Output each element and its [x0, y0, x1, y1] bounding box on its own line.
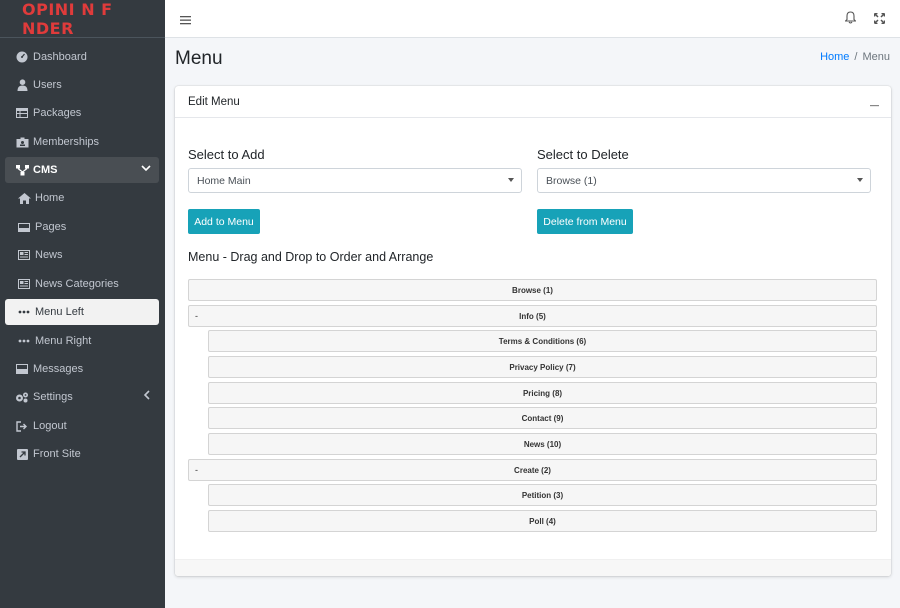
select-to-delete-label: Select to Delete — [537, 147, 629, 162]
select-to-delete-value: Browse (1) — [546, 174, 597, 187]
menu-item-petition[interactable]: Petition (3) — [208, 484, 877, 506]
chevron-down-icon — [141, 163, 151, 175]
caret-down-icon — [508, 178, 514, 182]
sitemap-icon — [15, 164, 29, 176]
delete-from-menu-button[interactable]: Delete from Menu — [537, 209, 633, 234]
external-site-icon — [15, 448, 29, 460]
ellipsis-icon — [17, 339, 31, 343]
menu-item-label: Terms & Conditions (6) — [498, 336, 587, 346]
brand-logo[interactable]: OPINI N F NDER — [0, 0, 165, 38]
sidebar-item-settings[interactable]: Settings — [5, 384, 159, 410]
page-title: Menu — [175, 48, 223, 69]
page-icon — [17, 222, 31, 232]
menu-item-label: Browse (1) — [512, 285, 553, 295]
sidebar-item-label: Home — [35, 192, 65, 204]
menu-item-info[interactable]: - Info (5) — [188, 305, 877, 327]
menu-item-label: Pricing (8) — [522, 388, 563, 398]
sidebar-item-messages[interactable]: Messages — [5, 356, 159, 382]
sidebar-item-pages[interactable]: Pages — [5, 214, 159, 240]
sidebar-item-menu-left[interactable]: Menu Left — [5, 299, 159, 325]
menu-item-contact[interactable]: Contact (9) — [208, 407, 877, 429]
card-title: Edit Menu — [188, 95, 240, 108]
sidebar-item-label: Menu Right — [35, 335, 92, 347]
menu-item-label: Petition (3) — [521, 490, 564, 500]
add-to-menu-button[interactable]: Add to Menu — [188, 209, 260, 234]
menu-item-terms[interactable]: Terms & Conditions (6) — [208, 330, 877, 352]
sidebar-item-users[interactable]: Users — [5, 72, 159, 98]
menu-item-news[interactable]: News (10) — [208, 433, 877, 455]
breadcrumb-separator: / — [854, 51, 858, 63]
sidebar-item-label: News — [35, 249, 63, 261]
sidebar-item-news[interactable]: News — [5, 242, 159, 268]
breadcrumb: Home / Menu — [820, 51, 890, 63]
menu-item-label: News (10) — [523, 439, 562, 449]
menu-item-label: Contact (9) — [521, 413, 564, 423]
hamburger-menu-icon[interactable] — [180, 12, 191, 30]
collapse-toggle[interactable]: - — [195, 311, 198, 321]
minus-icon[interactable] — [870, 96, 879, 110]
menu-item-privacy-policy[interactable]: Privacy Policy (7) — [208, 356, 877, 378]
breadcrumb-current: Menu — [862, 51, 890, 63]
sidebar: OPINI N F NDER Dashboard Users Packages … — [0, 0, 165, 608]
brand-logo-text: OPINI N F NDER — [22, 0, 113, 38]
table-icon — [15, 108, 29, 118]
home-icon — [17, 192, 31, 204]
sidebar-item-packages[interactable]: Packages — [5, 100, 159, 126]
sidebar-item-label: Memberships — [33, 136, 100, 148]
inbox-icon — [15, 364, 29, 374]
sidebar-item-label: CMS — [33, 164, 58, 176]
breadcrumb-home-link[interactable]: Home — [820, 51, 849, 63]
id-card-icon — [15, 137, 29, 148]
sign-out-icon — [15, 420, 29, 432]
user-icon — [15, 79, 29, 91]
sidebar-item-label: Front Site — [33, 448, 81, 460]
dashboard-icon — [15, 51, 29, 63]
menu-item-pricing[interactable]: Pricing (8) — [208, 382, 877, 404]
menu-item-browse[interactable]: Browse (1) — [188, 279, 877, 301]
chevron-left-icon — [143, 390, 151, 403]
card-header: Edit Menu — [175, 86, 891, 118]
menu-tree-title: Menu - Drag and Drop to Order and Arrang… — [188, 250, 434, 264]
sidebar-item-label: Users — [33, 79, 62, 91]
sidebar-item-label: Settings — [33, 391, 73, 403]
ellipsis-icon — [17, 310, 31, 314]
menu-item-create[interactable]: - Create (2) — [188, 459, 877, 481]
menu-item-label: Poll (4) — [529, 516, 556, 526]
sidebar-item-menu-right[interactable]: Menu Right — [5, 328, 159, 354]
select-to-add-value: Home Main — [197, 174, 251, 187]
collapse-toggle[interactable]: - — [195, 465, 198, 475]
sidebar-item-label: Menu Left — [35, 306, 84, 318]
fullscreen-icon[interactable] — [873, 11, 886, 29]
sidebar-item-label: Packages — [33, 107, 82, 119]
bell-icon[interactable] — [844, 11, 857, 29]
sidebar-item-home[interactable]: Home — [5, 185, 159, 211]
menu-item-label: Info (5) — [519, 311, 546, 321]
newspaper-icon — [17, 279, 31, 289]
sidebar-item-label: Messages — [33, 363, 84, 375]
menu-item-label: Privacy Policy (7) — [509, 362, 576, 372]
sidebar-item-label: Logout — [33, 420, 67, 432]
sidebar-item-label: News Categories — [35, 278, 119, 290]
sidebar-item-news-categories[interactable]: News Categories — [5, 271, 159, 297]
sidebar-item-label: Dashboard — [33, 51, 87, 63]
select-to-add-dropdown[interactable]: Home Main — [188, 168, 522, 193]
cogs-icon — [15, 392, 29, 403]
newspaper-icon — [17, 250, 31, 260]
sidebar-item-cms[interactable]: CMS — [5, 157, 159, 183]
sidebar-item-logout[interactable]: Logout — [5, 413, 159, 439]
sidebar-item-label: Pages — [35, 221, 67, 233]
sidebar-item-dashboard[interactable]: Dashboard — [5, 44, 159, 70]
menu-item-label: Create (2) — [514, 465, 551, 475]
card-footer — [175, 559, 891, 576]
sidebar-item-memberships[interactable]: Memberships — [5, 129, 159, 155]
caret-down-icon — [857, 178, 863, 182]
select-to-add-label: Select to Add — [188, 147, 265, 162]
select-to-delete-dropdown[interactable]: Browse (1) — [537, 168, 871, 193]
menu-item-poll[interactable]: Poll (4) — [208, 510, 877, 532]
top-navbar — [165, 0, 900, 38]
sidebar-item-front-site[interactable]: Front Site — [5, 441, 159, 467]
